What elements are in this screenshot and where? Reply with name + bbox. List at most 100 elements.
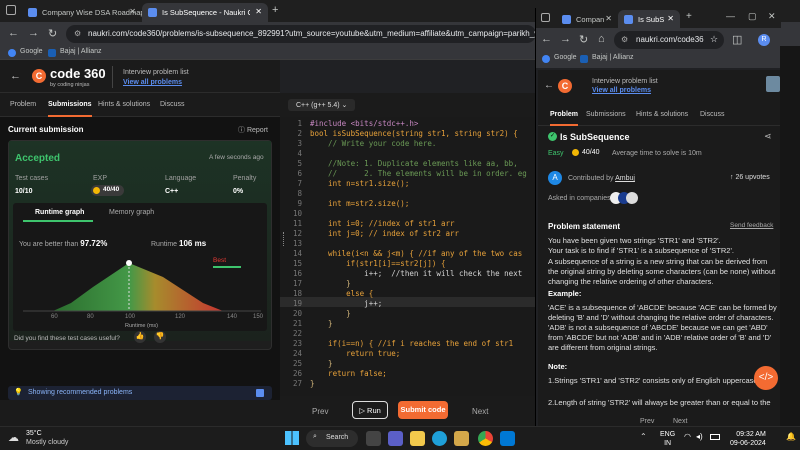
language-select[interactable]: C++ (g++ 5.4) ⌄ bbox=[288, 99, 356, 111]
reload-icon[interactable]: ↻ bbox=[48, 27, 57, 40]
code-line[interactable]: if(str1[i]==str2[j]) { bbox=[310, 259, 445, 268]
show-recommended-bar[interactable]: 💡 Showing recommended problems bbox=[8, 386, 272, 400]
profile-avatar[interactable]: R bbox=[758, 34, 770, 46]
weather-temp[interactable]: 35°C bbox=[26, 430, 42, 437]
code-line[interactable]: return false; bbox=[310, 369, 387, 378]
code-line[interactable]: // 2. The elements will be in order. eg bbox=[310, 169, 527, 178]
thumbs-down-icon[interactable]: 👎 bbox=[154, 331, 166, 343]
code-line[interactable]: while(i<n && j<m) { //if any of the two … bbox=[310, 249, 522, 258]
code-line[interactable]: } bbox=[310, 359, 333, 368]
side-tab-hints[interactable]: Hints & solutions bbox=[636, 104, 688, 126]
user-avatar-icon[interactable] bbox=[766, 76, 780, 92]
bookmark-bajaj[interactable]: Bajaj | Allianz bbox=[580, 54, 634, 63]
code-line[interactable]: if(i==n) { //if i reaches the end of str… bbox=[310, 339, 513, 348]
tab-search-icon[interactable] bbox=[6, 5, 16, 15]
language-indicator[interactable]: ENG IN bbox=[660, 430, 675, 448]
code-line[interactable]: bool isSubSequence(string str1, string s… bbox=[310, 129, 518, 138]
code-line[interactable]: int m=str2.size(); bbox=[310, 199, 409, 208]
maximize-icon[interactable]: ▢ bbox=[748, 11, 757, 22]
code-line[interactable]: int n=str1.size(); bbox=[310, 179, 409, 188]
files-icon[interactable] bbox=[454, 431, 469, 446]
tab-hints[interactable]: Hints & solutions bbox=[98, 93, 150, 117]
tab-discuss[interactable]: Discuss bbox=[160, 93, 185, 117]
view-all-problems-link[interactable]: View all problems bbox=[592, 87, 651, 94]
tray-chevron-icon[interactable]: ⌃ bbox=[640, 432, 647, 441]
side-url-bar[interactable]: ⚙ naukri.com/code36 ☆ bbox=[614, 31, 724, 49]
code360-logo-icon[interactable]: C bbox=[32, 69, 46, 83]
side-tab-submissions[interactable]: Submissions bbox=[586, 104, 626, 126]
side-tab-discuss[interactable]: Discuss bbox=[700, 104, 725, 126]
run-button[interactable]: ▷ Run bbox=[352, 401, 388, 419]
send-feedback-link[interactable]: Send feedback bbox=[730, 222, 773, 229]
side-tab-roadmap[interactable]: Compan ✕ bbox=[556, 10, 618, 28]
code-line[interactable]: } bbox=[310, 309, 351, 318]
close-tab-icon[interactable]: ✕ bbox=[255, 7, 262, 16]
tab-submissions[interactable]: Submissions bbox=[48, 93, 92, 117]
bookmark-google[interactable]: Google bbox=[542, 54, 577, 63]
reload-icon[interactable]: ↻ bbox=[579, 33, 588, 46]
vscode-icon[interactable] bbox=[500, 431, 515, 446]
report-button[interactable]: ⓘ Report bbox=[238, 125, 268, 135]
next-button[interactable]: Next bbox=[472, 407, 488, 416]
tab-search-icon[interactable] bbox=[541, 13, 550, 22]
weather-cloud-icon[interactable]: ☁ bbox=[8, 431, 19, 444]
new-tab-button[interactable]: + bbox=[686, 11, 692, 22]
chrome-icon[interactable] bbox=[478, 431, 493, 446]
side-tab-problem[interactable]: Problem bbox=[550, 104, 579, 126]
clock[interactable]: 09:32 AM 09-06-2024 bbox=[730, 430, 766, 448]
back-icon[interactable]: ← bbox=[541, 33, 552, 45]
upvote-button[interactable]: ↑ 26 upvotes bbox=[730, 174, 770, 181]
back-icon[interactable]: ← bbox=[8, 27, 19, 39]
code-line[interactable]: //Note: 1. Duplicate elements like aa, b… bbox=[310, 159, 518, 168]
splitter-handle[interactable] bbox=[283, 232, 286, 246]
view-all-problems-link[interactable]: View all problems bbox=[123, 79, 182, 86]
home-icon[interactable]: ⌂ bbox=[598, 33, 605, 45]
file-explorer-icon[interactable] bbox=[410, 431, 425, 446]
code-line[interactable]: j++; bbox=[310, 299, 382, 308]
checkbox-checked-icon[interactable] bbox=[256, 389, 264, 397]
code-line[interactable]: } bbox=[310, 379, 315, 388]
forward-icon[interactable]: → bbox=[560, 33, 571, 45]
url-bar[interactable]: ⚙ naukri.com/code360/problems/is-subsequ… bbox=[66, 25, 536, 43]
taskbar-search[interactable]: ⌕ Search bbox=[306, 430, 358, 447]
volume-icon[interactable]: ◂) bbox=[696, 432, 703, 441]
code-line[interactable]: return true; bbox=[310, 349, 400, 358]
battery-icon[interactable] bbox=[710, 434, 720, 440]
code-toggle-button[interactable]: </> bbox=[754, 366, 778, 390]
back-arrow-icon[interactable]: ← bbox=[10, 70, 21, 82]
code-line[interactable]: else { bbox=[310, 289, 373, 298]
side-tab-subsequence[interactable]: Is SubS ✕ bbox=[618, 10, 680, 28]
wifi-icon[interactable]: ◠ bbox=[684, 432, 691, 441]
new-tab-button[interactable]: + bbox=[272, 4, 278, 16]
code-line[interactable]: #include <bits/stdc++.h> bbox=[310, 119, 418, 128]
windows-start-icon[interactable] bbox=[285, 431, 299, 445]
back-arrow-icon[interactable]: ← bbox=[544, 80, 554, 91]
close-tab-icon[interactable]: ✕ bbox=[129, 7, 136, 16]
code-line[interactable]: int i=0; //index of str1 arr bbox=[310, 219, 454, 228]
tab-runtime-graph[interactable]: Runtime graph bbox=[35, 209, 84, 216]
side-next-button[interactable]: Next bbox=[673, 418, 687, 425]
tab-company-roadmap[interactable]: Company Wise DSA Roadmap ✕ bbox=[22, 3, 142, 22]
code-line[interactable]: } bbox=[310, 319, 333, 328]
thumbs-up-icon[interactable]: 👍 bbox=[134, 331, 146, 343]
code360-logo-icon[interactable]: C bbox=[558, 79, 572, 93]
right-scrollbar[interactable] bbox=[780, 46, 800, 426]
bookmark-google[interactable]: Google bbox=[8, 48, 43, 57]
minimize-icon[interactable]: — bbox=[726, 11, 735, 21]
task-view-icon[interactable] bbox=[366, 431, 381, 446]
star-icon[interactable]: ☆ bbox=[710, 34, 718, 45]
bookmark-bajaj[interactable]: Bajaj | Allianz bbox=[48, 48, 102, 57]
code-line[interactable]: } bbox=[310, 279, 351, 288]
notification-bell-icon[interactable]: 🔔 bbox=[786, 432, 796, 441]
close-window-icon[interactable]: ✕ bbox=[768, 11, 776, 22]
close-tab-icon[interactable]: ✕ bbox=[667, 14, 674, 23]
site-info-icon[interactable]: ⚙ bbox=[74, 29, 81, 38]
weather-desc[interactable]: Mostly cloudy bbox=[26, 439, 68, 446]
tab-problem[interactable]: Problem bbox=[10, 93, 36, 117]
code-line[interactable]: // Write your code here. bbox=[310, 139, 436, 148]
submit-code-button[interactable]: Submit code bbox=[398, 401, 448, 419]
site-info-icon[interactable]: ⚙ bbox=[621, 35, 628, 44]
code-line[interactable]: i++; //then it will check the next bbox=[310, 269, 522, 278]
extensions-icon[interactable]: ◫ bbox=[732, 33, 742, 46]
forward-icon[interactable]: → bbox=[28, 27, 39, 39]
